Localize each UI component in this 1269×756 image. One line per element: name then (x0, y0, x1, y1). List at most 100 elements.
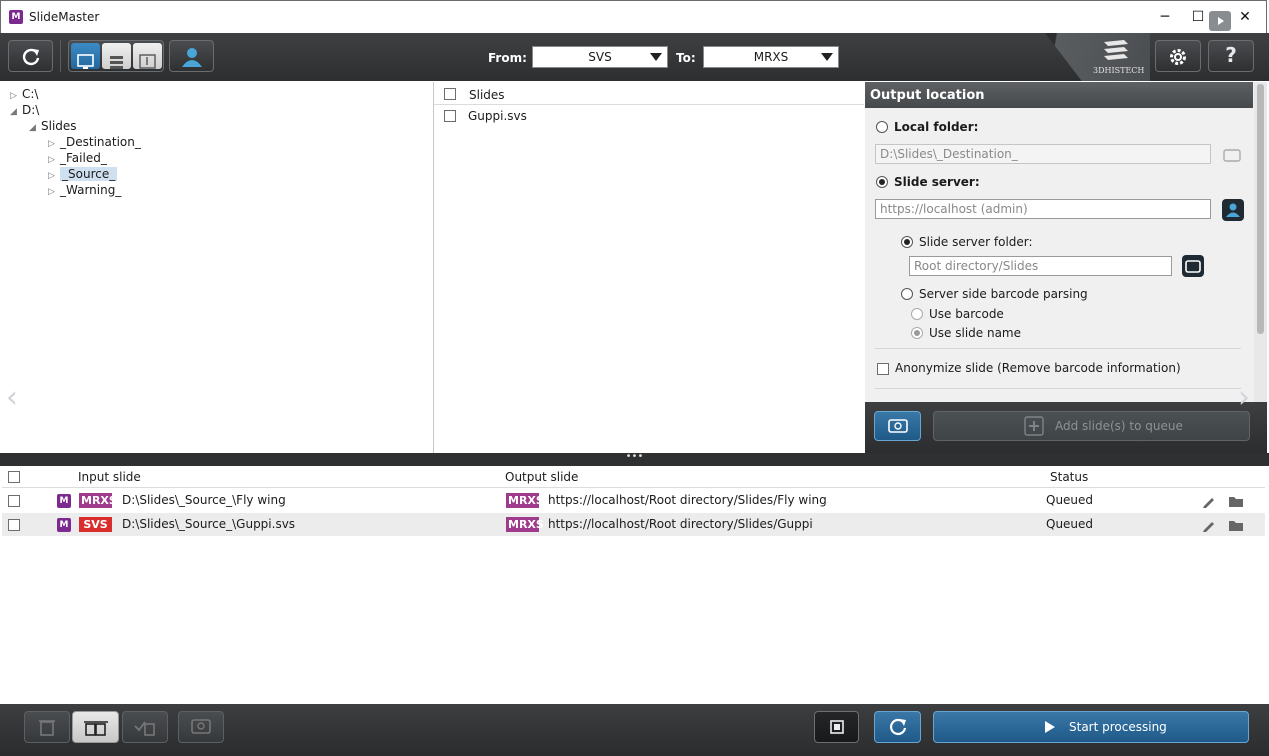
local-folder-field[interactable] (875, 144, 1211, 164)
clear-completed-button[interactable] (122, 711, 168, 743)
tree-item-label: _Warning_ (60, 183, 122, 197)
slidemaster-icon: M (57, 494, 71, 508)
barcode-parsing-radio[interactable] (901, 288, 913, 300)
queue-select-all-checkbox[interactable] (8, 471, 20, 483)
folder-tree: ▷ C:\ ◢ D:\ ◢ Slides ▷ _Destination_ ▷ _Faile… (2, 82, 434, 453)
slide-server-radio[interactable] (876, 176, 888, 188)
play-icon (1045, 721, 1055, 733)
edit-pencil-icon[interactable] (1201, 517, 1217, 533)
browse-local-folder-button[interactable] (1221, 144, 1243, 166)
close-button[interactable]: ✕ (1231, 5, 1259, 29)
chevron-down-icon (650, 53, 662, 61)
use-slide-name-label: Use slide name (929, 326, 1021, 340)
settings-button[interactable] (1155, 40, 1201, 72)
folder-icon[interactable] (1228, 517, 1244, 533)
use-barcode-radio[interactable] (911, 308, 923, 320)
select-all-checkbox[interactable] (444, 88, 456, 100)
edit-pencil-icon[interactable] (1201, 493, 1217, 509)
start-processing-button[interactable]: Start processing (933, 711, 1249, 743)
to-format-value: MRXS (753, 50, 789, 64)
preview-button[interactable] (874, 411, 921, 441)
view-scanner-button[interactable] (132, 43, 162, 69)
output-location-title: Output location (865, 82, 1253, 108)
tree-item-warning[interactable]: ▷ _Warning_ (48, 182, 121, 198)
maximize-button[interactable]: ☐ (1184, 5, 1212, 29)
local-folder-label: Local folder: (894, 120, 979, 134)
refresh-queue-button[interactable] (874, 711, 921, 743)
scanner-icon (138, 54, 156, 69)
splitter-grip-icon: ••• (625, 451, 644, 462)
view-list-button[interactable] (101, 43, 131, 69)
collapse-icon[interactable]: ◢ (29, 120, 41, 136)
use-barcode-label: Use barcode (929, 307, 1004, 321)
tree-item-label: _Source_ (60, 167, 118, 181)
tree-item-failed[interactable]: ▷ _Failed_ (48, 150, 107, 166)
overflow-arrow-icon[interactable] (1209, 11, 1231, 31)
table-row[interactable]: M MRXS D:\Slides\_Source_\Fly wing MRXS … (2, 489, 1265, 512)
tree-item-label: C:\ (22, 87, 39, 101)
row-checkbox[interactable] (8, 495, 20, 507)
slide-server-field[interactable] (875, 199, 1211, 219)
slide-checkbox[interactable] (444, 110, 456, 122)
chevron-right-icon[interactable]: › (1238, 380, 1250, 415)
tree-item-label: Slides (41, 119, 77, 133)
chevron-left-icon[interactable]: ‹ (6, 380, 18, 415)
start-processing-label: Start processing (1069, 720, 1167, 734)
slides-column-header: Slides (469, 88, 505, 102)
status-text: Queued (1046, 493, 1094, 507)
chip-icon (829, 720, 844, 734)
add-icon (1024, 416, 1044, 436)
toolbar-divider (60, 40, 61, 72)
minimize-button[interactable]: ─ (1151, 5, 1179, 29)
slide-list-header: Slides (434, 86, 864, 105)
tree-item-d-drive[interactable]: ◢ D:\ (10, 102, 39, 118)
input-slide-path: D:\Slides\_Source_\Guppi.svs (122, 517, 296, 531)
view-monitor-button[interactable] (70, 43, 100, 69)
output-slide-path: https://localhost/Root directory/Slides/… (548, 517, 813, 531)
row-checkbox[interactable] (8, 519, 20, 531)
output-slide-path: https://localhost/Root directory/Slides/… (548, 493, 827, 507)
delete-button[interactable] (24, 711, 70, 743)
output-format-badge: MRXS (506, 493, 544, 508)
tree-item-label: _Destination_ (60, 135, 141, 149)
help-button[interactable]: ? (1208, 40, 1254, 72)
tree-item-slides[interactable]: ◢ Slides (29, 118, 77, 134)
panel-splitter[interactable]: ••• (0, 451, 1269, 466)
server-login-button[interactable] (1222, 199, 1244, 221)
delete-all-button[interactable] (72, 711, 119, 743)
table-row[interactable]: M SVS D:\Slides\_Source_\Guppi.svs MRXS … (2, 513, 1265, 536)
refresh-icon (22, 48, 39, 66)
view-mode-group (68, 40, 164, 72)
expand-icon[interactable]: ▷ (48, 184, 60, 200)
user-button[interactable] (169, 40, 214, 72)
anonymize-checkbox[interactable] (877, 363, 889, 375)
refresh-button[interactable] (8, 40, 53, 72)
open-image-button[interactable] (178, 711, 224, 743)
tree-item-destination[interactable]: ▷ _Destination_ (48, 134, 141, 150)
processor-button[interactable] (814, 711, 859, 743)
folder-icon[interactable] (1228, 493, 1244, 509)
tree-item-c-drive[interactable]: ▷ C:\ (10, 86, 38, 102)
input-slide-column-header: Input slide (78, 470, 141, 484)
gear-icon (1170, 49, 1186, 65)
processing-queue: Input slide Output slide Status M MRXS D… (2, 466, 1265, 704)
local-folder-radio[interactable] (876, 121, 888, 133)
input-format-badge: SVS (79, 517, 112, 532)
server-folder-radio[interactable] (901, 236, 913, 248)
divider (875, 388, 1241, 389)
browse-server-folder-button[interactable] (1182, 255, 1204, 277)
output-scrollbar[interactable] (1254, 82, 1267, 402)
list-item[interactable]: Guppi.svs (434, 108, 864, 126)
collapse-icon[interactable]: ◢ (10, 104, 22, 120)
from-format-select[interactable]: SVS (532, 46, 668, 68)
add-to-queue-button[interactable]: Add slide(s) to queue (933, 411, 1250, 441)
tree-item-source[interactable]: ▷ _Source_ (48, 166, 118, 182)
use-slide-name-radio[interactable] (911, 327, 923, 339)
title-bar: M SlideMaster ─ ☐ ✕ (0, 0, 1267, 33)
to-format-select[interactable]: MRXS (703, 46, 839, 68)
image-search-icon (191, 719, 211, 734)
list-icon (109, 56, 123, 69)
status-column-header: Status (1050, 470, 1089, 484)
trash-icon (39, 720, 55, 736)
server-folder-field[interactable] (909, 256, 1172, 276)
